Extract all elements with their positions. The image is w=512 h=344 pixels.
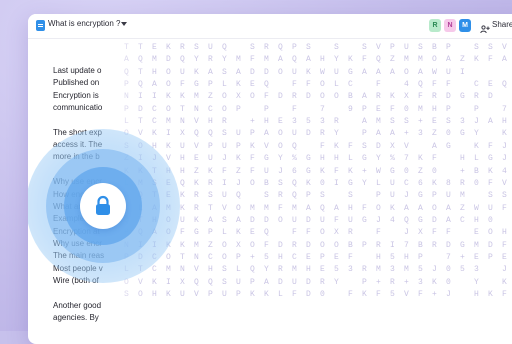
cipher-row: AQTEKRSUQ SRQPS S PUJGPUM SSBGM — [124, 191, 512, 201]
cipher-row: SOHKUVPUPKVOQ FKFSDXV AG KFJXOL — [124, 141, 512, 151]
cipher-row: TTEKRSUQ SRQPS S SVPUSBP SSVQ — [124, 43, 512, 52]
cipher-row: PDCOTNCOP P F 7 9PEF0MHP P 7BPEPM — [124, 104, 512, 114]
document-window: What is encryption ? R N M Share TTEKRSU… — [28, 14, 512, 344]
document-title[interactable]: What is encryption ? — [48, 19, 120, 28]
share-button[interactable]: Share — [492, 20, 512, 29]
cipher-row: PQAOFGPLKEQ FFOLC F 4QFF CEQH — [124, 80, 512, 90]
document-text-line: Last update o — [53, 66, 102, 75]
lock-disc — [80, 183, 126, 229]
cipher-row: SOHKUVPUPKKLFD0 FKF5VF+J HKFJO — [124, 290, 512, 299]
document-body: TTEKRSUQ SRQPS S SVPUSBP SSVQ AQMDQYRYMFM… — [28, 39, 512, 344]
chevron-down-icon[interactable] — [121, 22, 127, 26]
share-users-icon[interactable] — [480, 21, 490, 39]
encryption-lock-badge — [28, 129, 180, 283]
document-icon — [36, 20, 45, 31]
document-text-line: Encryption is — [53, 90, 99, 100]
cipher-row: ZIJVHEUJKFGY%GHHLGY%7KF HLGJ7GY — [124, 154, 512, 164]
cipher-row: AQMDQYRYMFMAQAHYKFQZMMOAZKFA — [124, 55, 512, 65]
cipher-row: LMSEQKRIJOBSQK0IGYLUC6K8R0FVYK — [124, 178, 512, 188]
cipher-row: QTHOUKASADDOUDUFUGJ4QGDACH0 — [124, 215, 503, 225]
collaborator-avatar-n[interactable]: N — [444, 19, 456, 32]
collaborator-avatar-m[interactable]: M — [459, 19, 471, 32]
collaborator-avatar-r[interactable]: R — [429, 19, 441, 32]
document-toolbar: What is encryption ? R N M Share — [28, 14, 512, 39]
cipher-row: NIIKKMZOXOFDRDOOBARKXFRDGRD — [124, 92, 503, 102]
document-text-line: Published on — [53, 78, 100, 88]
cipher-row: QTHOUKASADDOUKWUGAAAOAWUI — [124, 67, 475, 77]
cipher-row: NIIKKMZOXOFDRDOOBPRI7BRDGMDF — [124, 240, 512, 250]
cipher-row: CLAMKRTVOMMFMAQAHFOKAAOAZWUF — [124, 203, 512, 213]
cipher-row: PQAOFGPLKEQ FFOXR F JXFF EOH — [124, 228, 512, 238]
cipher-row: LTCMNVHR +HE353R AMSS+ES3JAHR — [124, 117, 512, 127]
lock-icon — [96, 195, 110, 215]
cipher-row: LTCMNVHSLQYRMHE53RM3M5J053 JAHR — [124, 265, 512, 275]
document-text-line: agencies. By — [53, 313, 99, 322]
cipher-row: KKTHHZKFZFUJ6GKFK+WG0Z0 +BK4 ZK — [124, 166, 512, 176]
cipher-row: PDCOTNCOP+5HCEPEF H5HP 7+EPEFA — [124, 252, 512, 262]
document-text-line: Another good — [53, 300, 102, 310]
cipher-row: OVKIXQQSUPADUDRY P+R+3K0 Y KXJS — [124, 277, 512, 287]
cipher-row: OVKIXQQSUPAOUDRY PAA+3Z0GY K4UP — [124, 129, 512, 139]
document-text-line: communicatio — [53, 103, 103, 113]
